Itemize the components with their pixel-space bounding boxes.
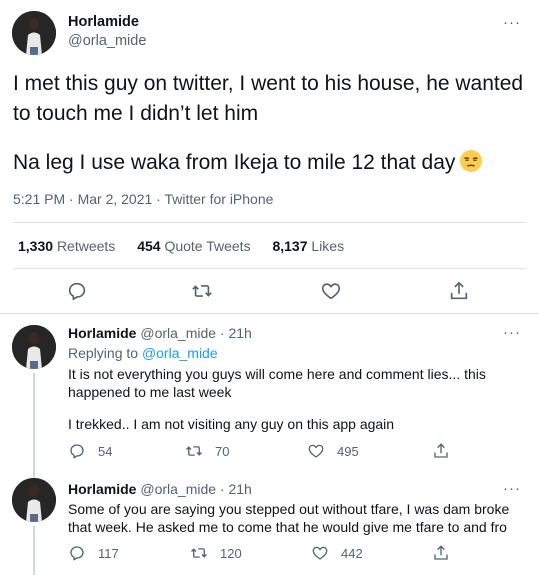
retweet-count: 70 bbox=[215, 443, 230, 459]
quotes-count: 454 bbox=[137, 238, 161, 254]
reply-tweet[interactable]: Horlamide @orla_mide · 21h ··· Some of y… bbox=[0, 468, 539, 575]
quotes-stat[interactable]: 454 Quote Tweets bbox=[137, 238, 250, 254]
reply-icon[interactable] bbox=[66, 280, 88, 302]
replying-to: Replying to @orla_mide bbox=[68, 345, 218, 361]
retweet-icon[interactable] bbox=[191, 280, 213, 302]
share-icon bbox=[434, 545, 448, 560]
avatar[interactable] bbox=[12, 478, 56, 522]
like-icon[interactable] bbox=[320, 280, 342, 302]
display-name[interactable]: Horlamide bbox=[68, 481, 136, 497]
display-name[interactable]: Horlamide bbox=[68, 14, 139, 30]
share-button[interactable] bbox=[432, 544, 462, 562]
reply-tweet[interactable]: Horlamide @orla_mide · 21h ··· Replying … bbox=[0, 314, 539, 474]
likes-stat[interactable]: 8,137 Likes bbox=[272, 238, 344, 254]
tweet-text-second: Na leg I use waka from Ikeja to mile 12 … bbox=[13, 148, 528, 178]
like-button[interactable]: 495 bbox=[307, 442, 359, 460]
likes-label: Likes bbox=[311, 238, 345, 254]
reply-header: Horlamide @orla_mide · 21h bbox=[68, 481, 252, 497]
replying-to-label: Replying to bbox=[68, 345, 139, 361]
share-icon bbox=[434, 443, 448, 458]
thread-line bbox=[33, 373, 35, 474]
like-count: 442 bbox=[341, 545, 363, 561]
reply-button[interactable]: 117 bbox=[68, 544, 119, 562]
tweet-stats: 1,330 Retweets 454 Quote Tweets 8,137 Li… bbox=[18, 238, 362, 254]
display-name[interactable]: Horlamide bbox=[68, 325, 136, 341]
retweet-count: 120 bbox=[220, 545, 242, 561]
avatar[interactable] bbox=[12, 11, 56, 55]
reply-button[interactable]: 54 bbox=[68, 442, 112, 460]
tweet-text: I met this guy on twitter, I went to his… bbox=[13, 72, 524, 125]
divider bbox=[13, 222, 526, 223]
retweets-count: 1,330 bbox=[18, 238, 54, 254]
reply-text: Some of you are saying you stepped out w… bbox=[68, 501, 510, 535]
divider bbox=[13, 268, 526, 269]
unamused-face-icon bbox=[459, 149, 483, 173]
thread-line bbox=[33, 526, 35, 575]
more-icon[interactable]: ··· bbox=[503, 324, 521, 341]
reply-text: It is not everything you guys will come … bbox=[68, 366, 486, 400]
retweets-label: Retweets bbox=[56, 238, 116, 254]
like-count: 495 bbox=[337, 443, 359, 459]
like-button[interactable]: 442 bbox=[311, 544, 363, 562]
more-icon[interactable]: ··· bbox=[503, 14, 521, 31]
likes-count: 8,137 bbox=[272, 238, 308, 254]
share-button[interactable] bbox=[432, 442, 462, 460]
more-icon[interactable]: ··· bbox=[503, 480, 521, 497]
reply-count: 54 bbox=[98, 443, 113, 459]
retweet-icon bbox=[191, 548, 207, 558]
retweets-stat[interactable]: 1,330 Retweets bbox=[18, 238, 115, 254]
like-icon bbox=[308, 444, 324, 458]
share-icon[interactable] bbox=[448, 280, 470, 302]
reply-text-second: I trekked.. I am not visiting any guy on… bbox=[68, 416, 395, 432]
reply-count: 117 bbox=[98, 545, 119, 561]
reply-header: Horlamide @orla_mide · 21h bbox=[68, 325, 252, 341]
avatar[interactable] bbox=[12, 325, 56, 369]
quotes-label: Quote Tweets bbox=[164, 238, 251, 254]
handle-time[interactable]: @orla_mide · 21h bbox=[140, 481, 252, 497]
retweet-icon bbox=[186, 446, 202, 456]
reply-icon bbox=[70, 546, 84, 561]
retweet-button[interactable]: 70 bbox=[185, 442, 229, 460]
like-icon bbox=[312, 546, 328, 560]
username[interactable]: @orla_mide bbox=[68, 33, 146, 49]
replying-to-link[interactable]: @orla_mide bbox=[142, 345, 218, 361]
handle-time[interactable]: @orla_mide · 21h bbox=[140, 325, 252, 341]
thread-line bbox=[33, 468, 35, 478]
retweet-button[interactable]: 120 bbox=[190, 544, 242, 562]
reply-icon bbox=[70, 444, 84, 459]
tweet-meta: 5:21 PM · Mar 2, 2021 · Twitter for iPho… bbox=[13, 191, 274, 207]
tweet-text-line: Na leg I use waka from Ikeja to mile 12 … bbox=[13, 151, 456, 174]
